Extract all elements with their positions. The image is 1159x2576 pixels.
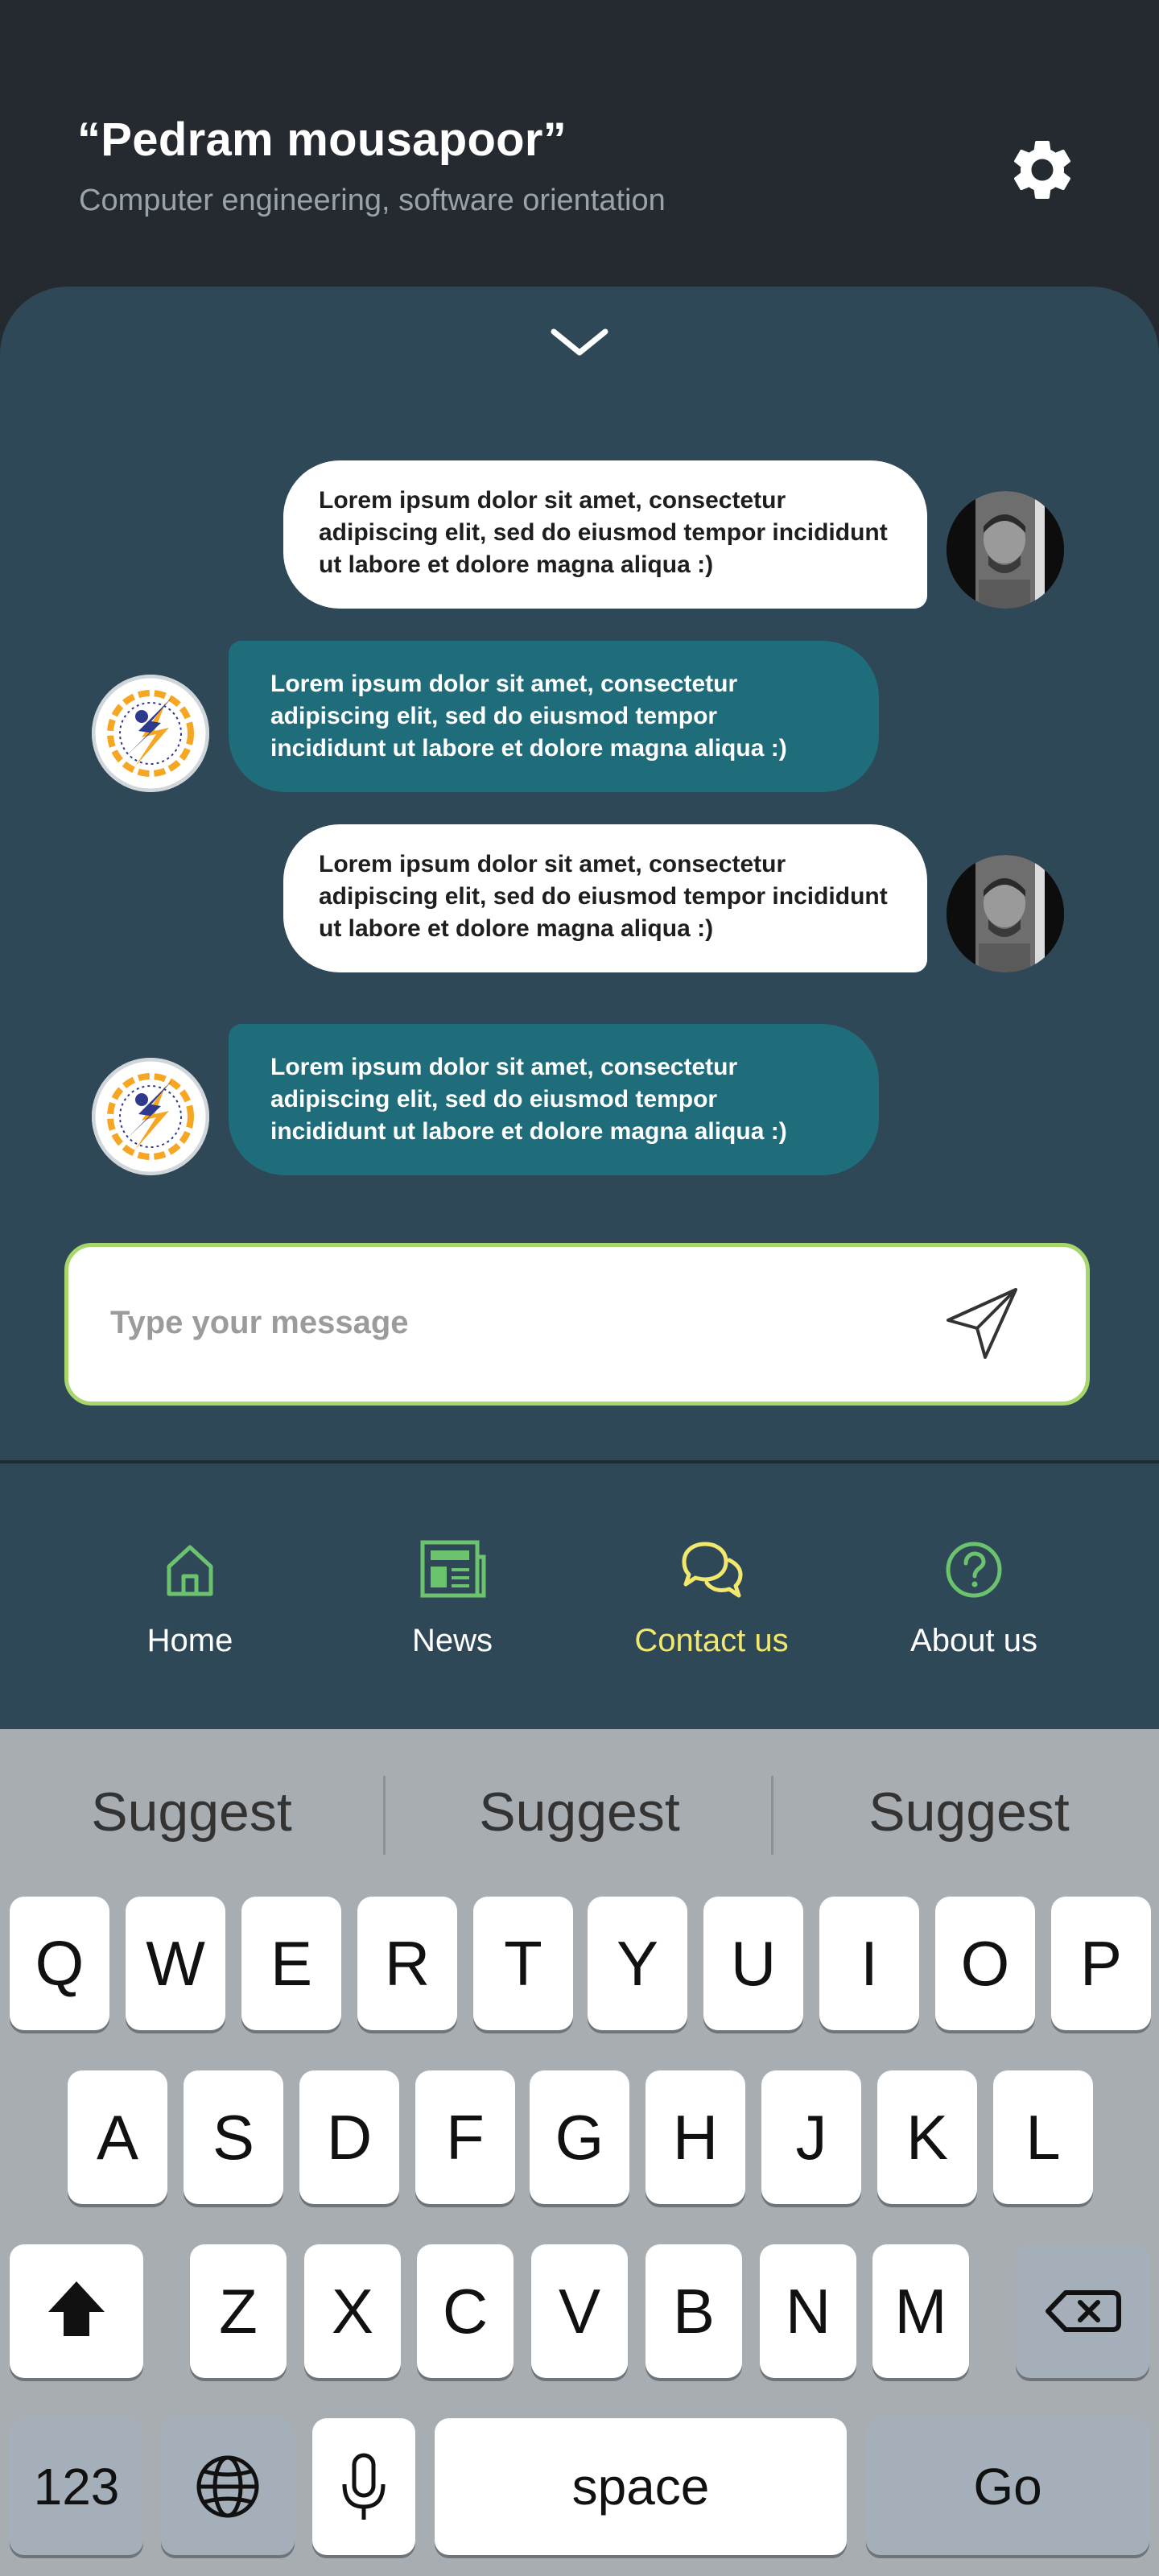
message-input[interactable]: Type your message xyxy=(64,1243,1090,1406)
app-header: “Pedram mousapoor” Computer engineering,… xyxy=(0,0,1159,290)
backspace-icon xyxy=(1046,2290,1121,2332)
microphone-icon xyxy=(342,2453,386,2520)
nav-item-about-us[interactable]: About us xyxy=(861,1538,1087,1659)
nav-item-label: About us xyxy=(910,1623,1037,1658)
key-w[interactable]: W xyxy=(126,1897,225,2030)
suggestion-2[interactable]: Suggest xyxy=(410,1781,749,1843)
key-q[interactable]: Q xyxy=(10,1897,109,2030)
key-y[interactable]: Y xyxy=(588,1897,687,2030)
key-l[interactable]: L xyxy=(993,2070,1093,2204)
gear-icon[interactable] xyxy=(1006,134,1079,206)
globe-key[interactable] xyxy=(161,2418,295,2555)
nav-item-news[interactable]: News xyxy=(340,1538,565,1659)
user-message-bubble: Lorem ipsum dolor sit amet, consectetur … xyxy=(283,824,927,972)
bot-message-bubble: Lorem ipsum dolor sit amet, consectetur … xyxy=(229,1024,879,1175)
backspace-key[interactable] xyxy=(1016,2244,1149,2378)
chevron-down-icon[interactable] xyxy=(547,322,612,362)
key-m[interactable]: M xyxy=(872,2244,969,2378)
key-e[interactable]: E xyxy=(241,1897,341,2030)
key-r[interactable]: R xyxy=(357,1897,457,2030)
key-h[interactable]: H xyxy=(645,2070,745,2204)
suggestion-divider xyxy=(383,1776,386,1855)
nav-item-home[interactable]: Home xyxy=(77,1538,303,1659)
key-p[interactable]: P xyxy=(1051,1897,1151,2030)
nav-item-contact-us[interactable]: Contact us xyxy=(599,1538,824,1659)
key-c[interactable]: C xyxy=(417,2244,514,2378)
mic-key[interactable] xyxy=(312,2418,415,2555)
key-z[interactable]: Z xyxy=(190,2244,287,2378)
send-icon[interactable] xyxy=(942,1283,1022,1364)
home-icon xyxy=(167,1545,213,1596)
bot-logo-avatar xyxy=(92,675,209,792)
key-b[interactable]: B xyxy=(645,2244,742,2378)
key-i[interactable]: I xyxy=(819,1897,919,2030)
key-n[interactable]: N xyxy=(760,2244,856,2378)
nav-item-label: News xyxy=(411,1623,493,1658)
suggestion-1[interactable]: Suggest xyxy=(23,1781,361,1843)
chat-bubbles-icon xyxy=(682,1542,743,1598)
key-u[interactable]: U xyxy=(703,1897,803,2030)
key-j[interactable]: J xyxy=(761,2070,861,2204)
suggestion-3[interactable]: Suggest xyxy=(800,1781,1138,1843)
key-d[interactable]: D xyxy=(299,2070,399,2204)
bot-message-bubble: Lorem ipsum dolor sit amet, consectetur … xyxy=(229,641,879,792)
bot-logo-avatar xyxy=(92,1058,209,1175)
suggestion-divider xyxy=(771,1776,773,1855)
go-key[interactable]: Go xyxy=(866,2418,1149,2555)
user-avatar xyxy=(947,491,1064,609)
shift-arrow-icon xyxy=(48,2281,105,2336)
key-x[interactable]: X xyxy=(304,2244,401,2378)
numbers-key[interactable]: 123 xyxy=(10,2418,143,2555)
user-message-bubble: Lorem ipsum dolor sit amet, consectetur … xyxy=(283,460,927,609)
nav-item-label: Home xyxy=(146,1623,233,1658)
user-avatar xyxy=(947,855,1064,972)
shift-key[interactable] xyxy=(10,2244,143,2378)
page-title: “Pedram mousapoor” xyxy=(77,114,567,166)
key-o[interactable]: O xyxy=(935,1897,1035,2030)
key-s[interactable]: S xyxy=(184,2070,283,2204)
key-v[interactable]: V xyxy=(531,2244,628,2378)
nav-item-label: Contact us xyxy=(634,1623,789,1658)
page-subtitle: Computer engineering, software orientati… xyxy=(79,184,666,217)
key-f[interactable]: F xyxy=(415,2070,515,2204)
message-input-placeholder: Type your message xyxy=(110,1305,409,1340)
help-circle-icon xyxy=(946,1542,1002,1598)
key-a[interactable]: A xyxy=(68,2070,167,2204)
key-k[interactable]: K xyxy=(877,2070,977,2204)
key-t[interactable]: T xyxy=(473,1897,573,2030)
key-g[interactable]: G xyxy=(530,2070,629,2204)
newspaper-icon xyxy=(420,1540,486,1598)
globe-icon xyxy=(196,2455,259,2518)
space-key[interactable]: space xyxy=(435,2418,847,2555)
